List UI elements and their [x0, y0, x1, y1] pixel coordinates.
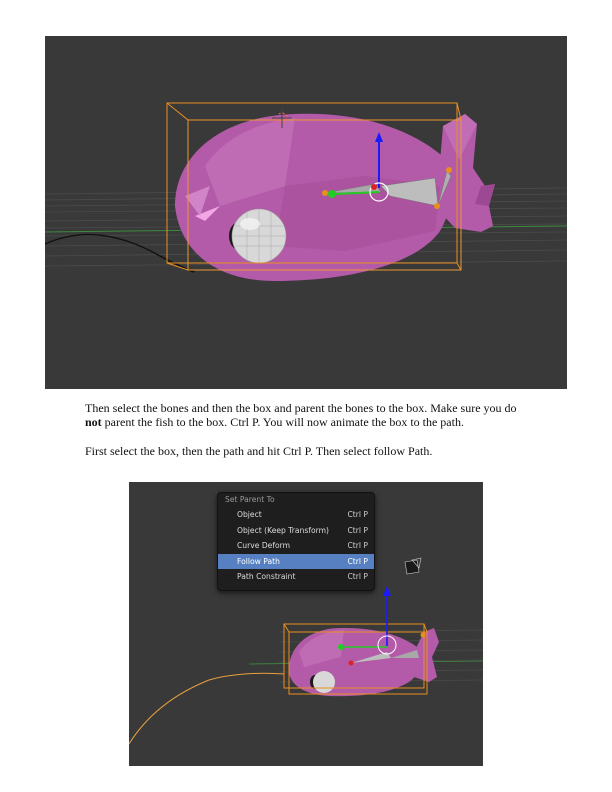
viewport-screenshot-parent-menu: Set Parent To Object Ctrl P Object (Keep… [129, 482, 483, 766]
menu-item-shortcut: Ctrl P [347, 541, 368, 550]
menu-item-object[interactable]: Object Ctrl P [218, 507, 374, 523]
menu-item-label: Path Constraint [237, 572, 296, 581]
set-parent-menu: Set Parent To Object Ctrl P Object (Keep… [217, 492, 375, 591]
instruction-paragraph-2: First select the box, then the path and … [85, 444, 433, 458]
instruction-text-part2: parent the fish to the box. Ctrl P. You … [101, 414, 464, 429]
camera-icon [404, 557, 422, 575]
menu-title: Set Parent To [225, 495, 275, 504]
menu-item-shortcut: Ctrl P [347, 556, 368, 566]
menu-item-label: Object [237, 510, 262, 519]
menu-item-path-constraint[interactable]: Path Constraint Ctrl P [218, 569, 374, 585]
instruction-paragraph-1: Then select the bones and then the box a… [85, 401, 535, 429]
fish-eye-2 [313, 671, 335, 693]
menu-item-object-keep-transform[interactable]: Object (Keep Transform) Ctrl P [218, 523, 374, 539]
menu-item-shortcut: Ctrl P [347, 525, 368, 535]
instruction-text-part1: Then select the bones and then the box a… [85, 401, 517, 415]
viewport-screenshot-fish [45, 36, 567, 389]
instruction-bold-not: not [85, 414, 102, 429]
menu-item-follow-path[interactable]: Follow Path Ctrl P [218, 553, 374, 569]
path-curve-selected [129, 672, 285, 745]
menu-item-label: Curve Deform [237, 541, 291, 550]
menu-item-label: Follow Path [237, 556, 280, 566]
viewport-canvas [45, 102, 567, 281]
menu-item-shortcut: Ctrl P [347, 572, 368, 581]
menu-item-curve-deform[interactable]: Curve Deform Ctrl P [218, 538, 374, 554]
menu-item-label: Object (Keep Transform) [237, 525, 330, 535]
menu-item-shortcut: Ctrl P [347, 510, 368, 519]
path-curve [45, 233, 194, 273]
